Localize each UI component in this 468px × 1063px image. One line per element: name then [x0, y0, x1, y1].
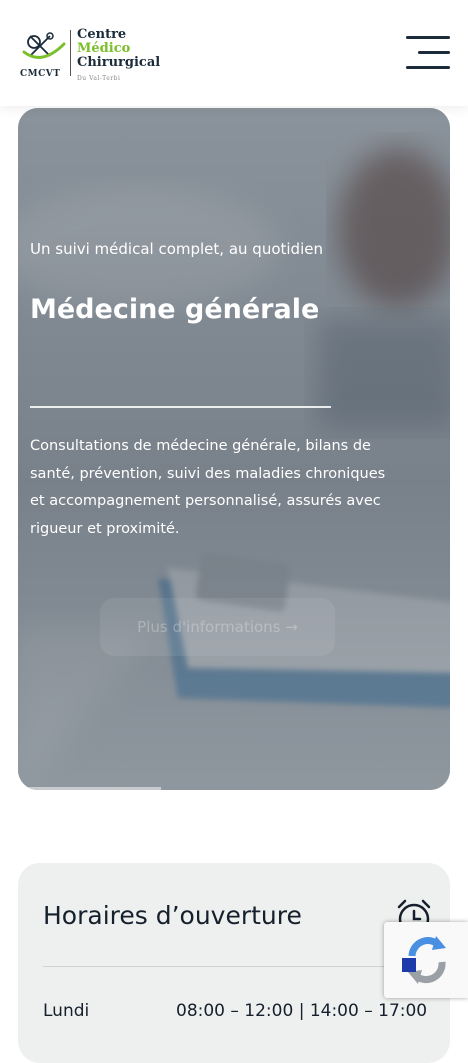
slide-progress-bar: [18, 787, 161, 790]
menu-bar-bottom: [406, 66, 450, 69]
hours-time: 08:00 – 12:00 | 14:00 – 17:00: [176, 1001, 428, 1021]
logo-line-2: Médico: [77, 41, 131, 56]
hamburger-menu-button[interactable]: [402, 34, 450, 72]
menu-bar-middle: [418, 51, 450, 54]
more-info-button[interactable]: Plus d'informations →: [100, 598, 335, 656]
site-header: CMCVT Centre Médico Chirurgical Du Val-T…: [0, 0, 468, 106]
hero-description: Consultations de médecine générale, bila…: [30, 438, 386, 537]
logo-wordmark: Centre Médico Chirurgical Du Val-Terbi: [77, 28, 160, 86]
logo-divider: [70, 30, 71, 76]
hero-divider: [30, 406, 331, 408]
hours-day: Lundi: [43, 1001, 90, 1021]
logo-line-1: Centre: [77, 27, 127, 42]
recaptcha-icon: [402, 936, 446, 984]
menu-bar-top: [406, 36, 450, 39]
hero-eyebrow: Un suivi médical complet, au quotidien: [30, 240, 323, 258]
logo-initials: CMCVT: [20, 69, 61, 79]
hero-slide: Un suivi médical complet, au quotidien M…: [18, 108, 450, 790]
logo-subline: Du Val-Terbi: [77, 75, 121, 82]
hero-title: Médecine générale: [30, 294, 320, 325]
opening-hours-title: Horaires d’ouverture: [43, 901, 302, 930]
logo-line-3: Chirurgical: [77, 55, 161, 70]
site-logo[interactable]: CMCVT Centre Médico Chirurgical Du Val-T…: [20, 26, 170, 83]
recaptcha-badge[interactable]: [384, 922, 468, 998]
